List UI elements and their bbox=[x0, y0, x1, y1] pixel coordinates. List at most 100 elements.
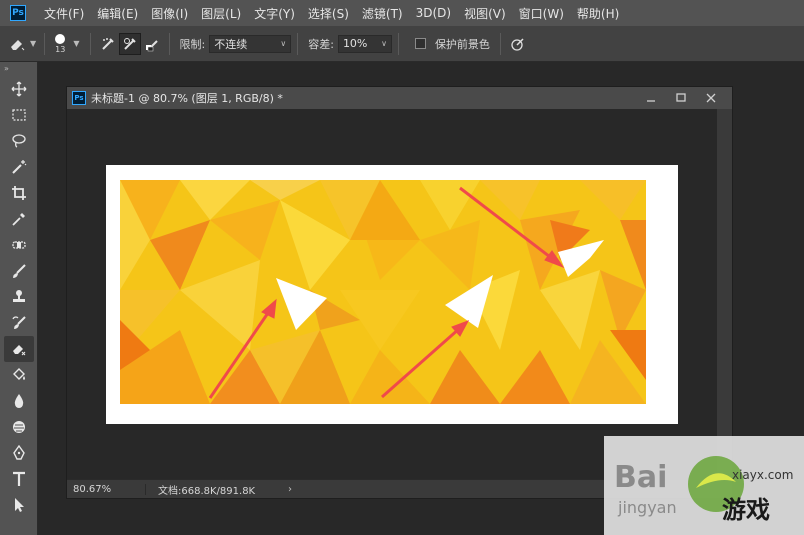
tolerance-label: 容差: bbox=[308, 37, 334, 51]
chevron-down-icon[interactable]: ▼ bbox=[73, 39, 79, 48]
close-button[interactable] bbox=[696, 88, 726, 108]
magic-wand-icon bbox=[12, 160, 27, 174]
eyedropper-icon bbox=[12, 213, 25, 226]
tools-panel: » bbox=[0, 62, 38, 535]
panel-collapse-icon[interactable]: » bbox=[0, 62, 37, 76]
lasso-icon bbox=[12, 134, 26, 148]
options-bar: ▼ 13 ▼ 限制: 不连续 ∨ 容差: 10% ∨ 保护前景色 bbox=[0, 26, 804, 62]
background-eraser-tool[interactable] bbox=[4, 336, 34, 362]
divider bbox=[499, 32, 501, 55]
tool-preset-picker[interactable] bbox=[6, 33, 28, 55]
history-brush-icon bbox=[12, 316, 26, 329]
pen-tool[interactable] bbox=[4, 440, 34, 466]
menu-view[interactable]: 视图(V) bbox=[464, 5, 506, 22]
menu-type[interactable]: 文字(Y) bbox=[254, 5, 295, 22]
brush-tip-icon bbox=[55, 33, 66, 44]
divider bbox=[397, 32, 399, 55]
watermark-text: Bai bbox=[614, 460, 668, 495]
menu-image[interactable]: 图像(I) bbox=[151, 5, 188, 22]
paint-bucket-tool[interactable] bbox=[4, 362, 34, 388]
document-title: 未标题-1 @ 80.7% (图层 1, RGB/8) * bbox=[91, 92, 283, 105]
healing-brush-icon bbox=[12, 241, 26, 249]
window-controls bbox=[636, 87, 726, 109]
dodge-icon bbox=[13, 421, 25, 433]
watermark-brand: 游戏 bbox=[722, 496, 770, 524]
eyedropper-tool[interactable] bbox=[4, 206, 34, 232]
brush-icon bbox=[13, 264, 26, 278]
watermark-text-2: jingyan bbox=[618, 498, 677, 517]
limit-select[interactable]: 不连续 ∨ bbox=[209, 34, 292, 53]
sampling-once-icon bbox=[123, 37, 136, 50]
vertical-scrollbar[interactable] bbox=[717, 109, 732, 480]
minimize-icon bbox=[647, 100, 655, 102]
maximize-button[interactable] bbox=[666, 88, 696, 108]
type-icon bbox=[13, 471, 25, 486]
healing-brush-tool[interactable] bbox=[4, 232, 34, 258]
brush-size-picker[interactable]: 13 bbox=[55, 33, 66, 54]
menu-file[interactable]: 文件(F) bbox=[44, 5, 84, 22]
chevron-down-icon: ∨ bbox=[381, 39, 387, 48]
chevron-down-icon: ∨ bbox=[280, 39, 287, 48]
divider bbox=[168, 32, 170, 55]
sampling-background-icon bbox=[145, 39, 158, 51]
menu-filter[interactable]: 滤镜(T) bbox=[362, 5, 403, 22]
menu-help[interactable]: 帮助(H) bbox=[577, 5, 619, 22]
sampling-continuous-icon bbox=[101, 37, 114, 50]
chevron-right-icon[interactable]: › bbox=[288, 484, 292, 495]
watermark-site: xiayx.com bbox=[732, 468, 794, 482]
divider bbox=[297, 32, 299, 55]
photoshop-logo: Ps bbox=[10, 5, 26, 21]
clone-stamp-tool[interactable] bbox=[4, 284, 34, 310]
limit-value: 不连续 bbox=[214, 37, 248, 51]
divider bbox=[44, 32, 46, 55]
document-tab[interactable]: Ps 未标题-1 @ 80.7% (图层 1, RGB/8) * bbox=[67, 87, 732, 110]
menu-3d[interactable]: 3D(D) bbox=[416, 6, 451, 20]
photoshop-doc-icon: Ps bbox=[72, 91, 86, 105]
document-info: 文档:668.8K/891.8K bbox=[158, 485, 256, 497]
blur-tool[interactable] bbox=[4, 388, 34, 414]
path-selection-icon bbox=[15, 498, 24, 512]
magic-wand-tool[interactable] bbox=[4, 154, 34, 180]
move-icon bbox=[11, 81, 27, 97]
canvas-document[interactable] bbox=[106, 165, 678, 424]
marquee-tool[interactable] bbox=[4, 102, 34, 128]
tolerance-field[interactable]: 10% ∨ bbox=[337, 34, 392, 53]
sampling-background-swatch-button[interactable] bbox=[141, 33, 163, 55]
pressure-size-button[interactable] bbox=[507, 33, 529, 55]
dodge-tool[interactable] bbox=[4, 414, 34, 440]
brush-tool[interactable] bbox=[4, 258, 34, 284]
background-eraser-icon bbox=[13, 345, 26, 356]
menu-edit[interactable]: 编辑(E) bbox=[97, 5, 138, 22]
crop-icon bbox=[12, 186, 26, 200]
move-tool[interactable] bbox=[4, 76, 34, 102]
crop-tool[interactable] bbox=[4, 180, 34, 206]
protect-foreground-label: 保护前景色 bbox=[434, 37, 490, 51]
tolerance-value: 10% bbox=[342, 37, 368, 50]
sampling-once-button[interactable] bbox=[118, 32, 141, 55]
path-selection-tool[interactable] bbox=[4, 492, 34, 518]
maximize-icon bbox=[676, 93, 686, 102]
brush-size-value: 13 bbox=[55, 44, 66, 54]
protect-foreground-checkbox[interactable] bbox=[414, 38, 426, 49]
menu-bar: Ps 文件(F) 编辑(E) 图像(I) 图层(L) 文字(Y) 选择(S) 滤… bbox=[0, 0, 804, 26]
polygon-artwork bbox=[120, 180, 646, 404]
lasso-tool[interactable] bbox=[4, 128, 34, 154]
zoom-field[interactable]: 80.67% bbox=[67, 483, 146, 495]
chevron-down-icon[interactable]: ▼ bbox=[30, 39, 36, 48]
clone-stamp-icon bbox=[13, 290, 25, 302]
pen-icon bbox=[13, 445, 25, 460]
minimize-button[interactable] bbox=[636, 88, 666, 108]
sampling-continuous-button[interactable] bbox=[97, 33, 119, 55]
watermark: Bai jingyan 游戏 xiayx.com bbox=[604, 436, 804, 535]
history-brush-tool[interactable] bbox=[4, 310, 34, 336]
close-icon bbox=[706, 93, 716, 103]
divider bbox=[89, 32, 91, 55]
marquee-icon bbox=[12, 109, 26, 121]
menu-layer[interactable]: 图层(L) bbox=[201, 5, 241, 22]
eraser-icon bbox=[11, 39, 25, 50]
blur-icon bbox=[14, 394, 24, 408]
menu-window[interactable]: 窗口(W) bbox=[519, 5, 564, 22]
pressure-icon bbox=[511, 37, 524, 51]
menu-select[interactable]: 选择(S) bbox=[308, 5, 349, 22]
type-tool[interactable] bbox=[4, 466, 34, 492]
